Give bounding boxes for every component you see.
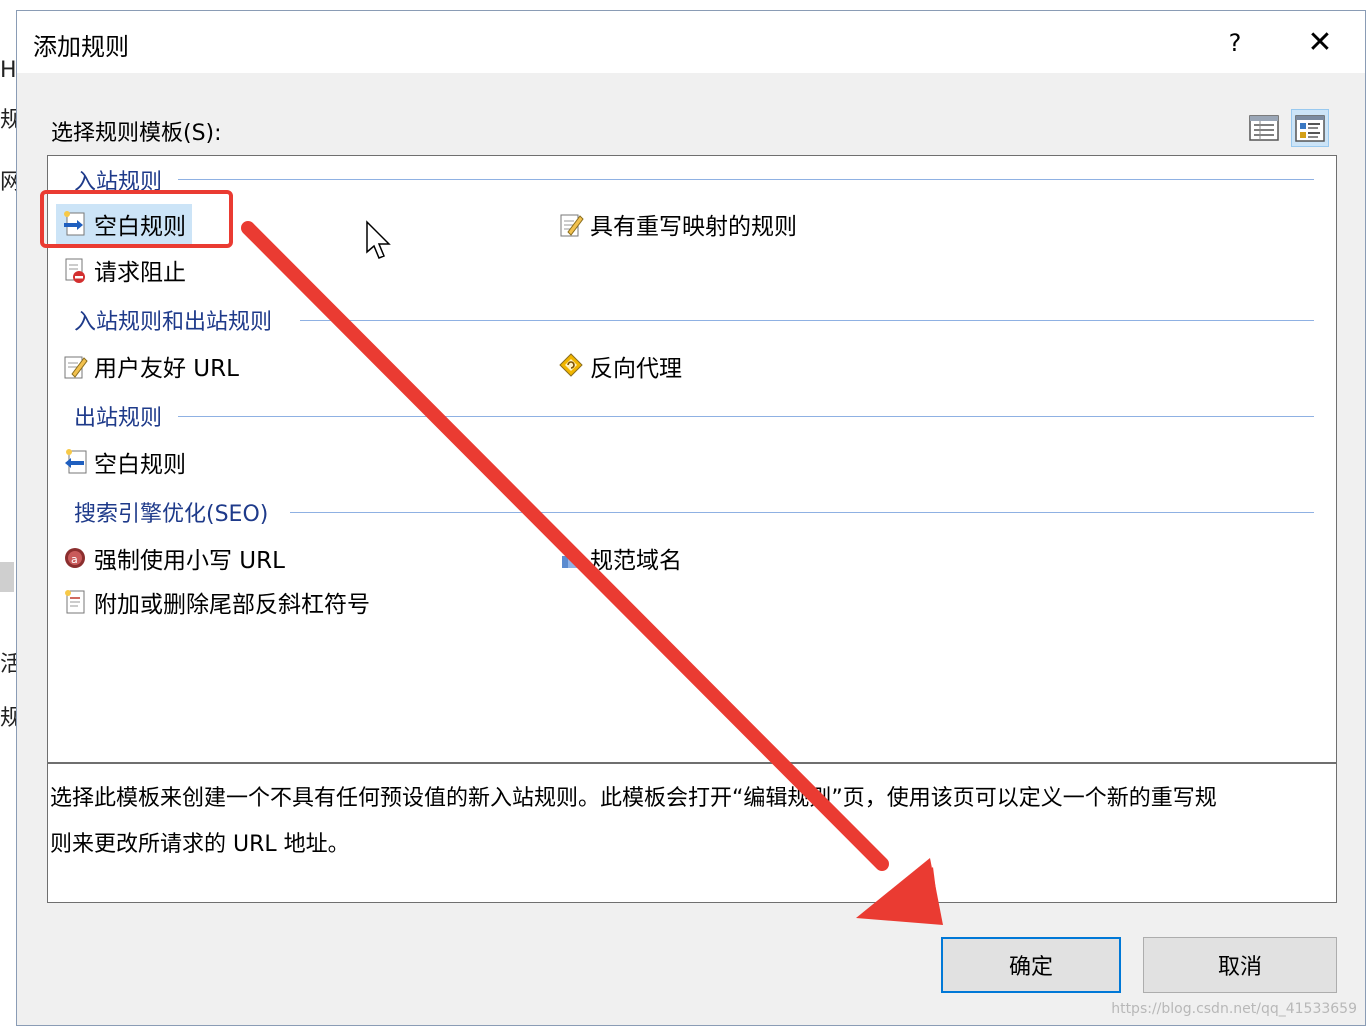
user-friendly-url-icon [64, 356, 88, 379]
background-text: H [0, 58, 17, 83]
close-button[interactable]: ✕ [1299, 23, 1341, 63]
background-scroll-area [0, 562, 14, 592]
template-label: 反向代理 [590, 356, 682, 382]
trailing-slash-icon [65, 590, 85, 614]
select-template-label: 选择规则模板(S): [51, 121, 222, 146]
rule-template-list[interactable]: 入站规则 空白规则 具有重写映射的规则 请求阻止 入站规则和出站规则 用户友好 … [47, 155, 1337, 763]
template-label: 用户友好 URL [94, 356, 239, 382]
description-line: 选择此模板来创建一个不具有任何预设值的新入站规则。此模板会打开“编辑规则”页，使… [50, 786, 1217, 811]
template-trailing-slash[interactable]: 附加或删除尾部反斜杠符号 [56, 582, 376, 622]
template-label: 空白规则 [94, 452, 186, 478]
ok-button[interactable]: 确定 [941, 937, 1121, 993]
svg-text:a: a [71, 553, 78, 566]
group-divider [178, 179, 1314, 180]
help-button[interactable]: ? [1215, 23, 1255, 63]
add-rule-dialog: 添加规则 ? ✕ 选择规则模板(S): 入站规则 空白规则 具有重写映射的规则 … [16, 10, 1366, 1026]
cancel-button[interactable]: 取消 [1143, 937, 1337, 993]
watermark: https://blog.csdn.net/qq_41533659 [1111, 1001, 1357, 1017]
group-header-inbound-outbound: 入站规则和出站规则 [74, 310, 273, 335]
group-divider [300, 320, 1314, 321]
dialog-title: 添加规则 [33, 33, 129, 61]
template-rewrite-map-rule[interactable]: 具有重写映射的规则 [552, 204, 803, 244]
group-divider [178, 416, 1314, 417]
dialog-titlebar: 添加规则 ? ✕ [17, 11, 1365, 73]
request-block-icon [65, 258, 85, 283]
template-blank-outbound-rule[interactable]: 空白规则 [56, 442, 192, 482]
tile-view-button[interactable] [1291, 109, 1329, 147]
selection-highlight-box [40, 190, 233, 248]
template-user-friendly-url[interactable]: 用户友好 URL [56, 346, 245, 386]
reverse-proxy-icon [559, 353, 583, 377]
template-canonical-domain[interactable]: 规范域名 [552, 538, 688, 578]
rewrite-map-icon [560, 214, 584, 237]
blank-outbound-rule-icon [65, 449, 87, 474]
canonical-domain-icon [562, 550, 578, 568]
list-view-button[interactable] [1245, 109, 1283, 147]
template-request-blocking[interactable]: 请求阻止 [56, 250, 192, 290]
group-header-seo: 搜索引擎优化(SEO) [74, 502, 269, 527]
template-label: 附加或删除尾部反斜杠符号 [94, 592, 370, 618]
template-reverse-proxy[interactable]: 反向代理 [552, 346, 688, 386]
template-label: 具有重写映射的规则 [590, 214, 797, 240]
template-label: 规范域名 [590, 548, 682, 574]
description-line: 则来更改所请求的 URL 地址。 [50, 832, 350, 857]
lowercase-url-icon: a [65, 548, 85, 568]
group-header-outbound: 出站规则 [74, 406, 163, 431]
template-enforce-lowercase-url[interactable]: a 强制使用小写 URL [56, 538, 291, 578]
tiles-view-icon [1295, 115, 1325, 142]
group-divider [290, 512, 1314, 513]
template-description: 选择此模板来创建一个不具有任何预设值的新入站规则。此模板会打开“编辑规则”页，使… [47, 763, 1337, 903]
details-view-icon [1249, 115, 1279, 141]
template-label: 强制使用小写 URL [94, 548, 285, 574]
template-label: 请求阻止 [94, 260, 186, 286]
background-window: H 规 网 活 规 [0, 0, 22, 1026]
